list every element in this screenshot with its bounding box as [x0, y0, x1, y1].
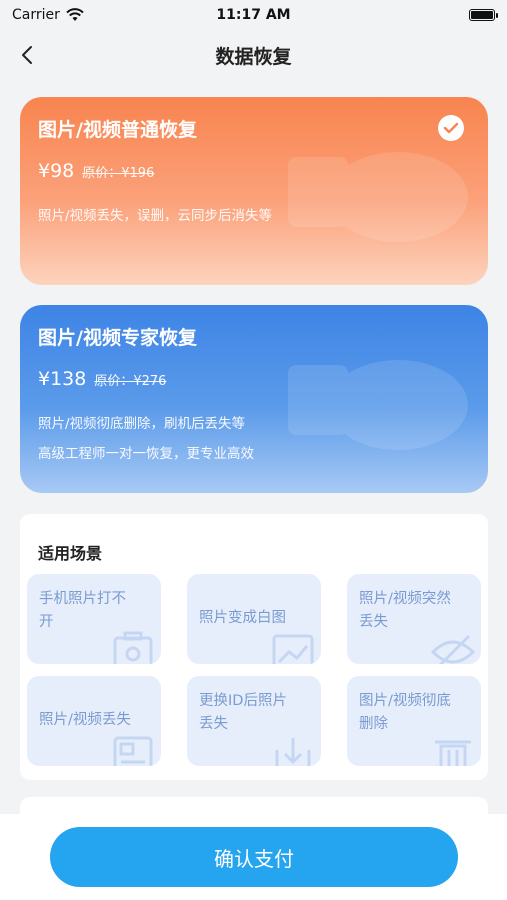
price-row: ¥138 原价：¥276 — [38, 368, 470, 390]
scenario-label: 更换ID后照片丢失 — [199, 693, 287, 733]
status-bar: Carrier 11:17 AM — [0, 0, 507, 30]
chevron-left-icon — [22, 46, 32, 64]
scenario-grid: 手机照片打不开 照片变成白图 照片/视频突然丢失 照片/视频丢失 更换ID后照片… — [27, 574, 481, 766]
plan-price: ¥138 — [38, 368, 87, 390]
battery-icon — [469, 9, 498, 21]
selected-check-icon — [438, 115, 464, 141]
bottom-bar: 确认支付 — [0, 814, 507, 900]
scenario-tile: 照片变成白图 — [187, 574, 321, 664]
plan-original-price: 原价：¥276 — [94, 374, 167, 389]
eye-off-icon — [431, 634, 475, 664]
download-icon — [275, 738, 311, 766]
plan-card-expert[interactable]: 图片/视频专家恢复 ¥138 原价：¥276 照片/视频彻底删除，刷机后丢失等 … — [20, 305, 488, 493]
plan-card-standard[interactable]: 图片/视频普通恢复 ¥98 原价：¥196 照片/视频丢失，误删，云同步后消失等 — [20, 97, 488, 285]
scenario-label: 手机照片打不开 — [39, 591, 126, 631]
scenario-tile: 更换ID后照片丢失 — [187, 676, 321, 766]
scenario-label: 照片/视频突然丢失 — [359, 591, 451, 631]
trash-icon — [435, 740, 471, 766]
plan-description: 照片/视频彻底删除，刷机后丢失等 — [38, 416, 246, 432]
carrier-label: Carrier — [12, 7, 60, 23]
decoration-illustration — [288, 152, 468, 242]
back-button[interactable] — [10, 38, 44, 72]
decoration-illustration — [288, 360, 468, 450]
price-row: ¥98 原价：¥196 — [38, 160, 470, 182]
scenario-tile: 照片/视频突然丢失 — [347, 574, 481, 664]
plan-title: 图片/视频专家恢复 — [38, 327, 197, 349]
image-icon — [272, 634, 314, 664]
scenario-panel: 适用场景 手机照片打不开 照片变成白图 照片/视频突然丢失 照片/视频丢失 更换… — [20, 514, 488, 780]
scenario-heading: 适用场景 — [38, 544, 103, 563]
wifi-icon — [66, 8, 84, 21]
plan-description: 照片/视频丢失，误删，云同步后消失等 — [38, 208, 273, 224]
plan-description: 高级工程师一对一恢复，更专业高效 — [38, 446, 254, 462]
status-left: Carrier — [12, 7, 84, 23]
plan-title: 图片/视频普通恢复 — [38, 119, 197, 141]
confirm-pay-button[interactable]: 确认支付 — [50, 827, 458, 887]
plan-original-price: 原价：¥196 — [82, 166, 155, 181]
scenario-tile: 照片/视频丢失 — [27, 676, 161, 766]
gallery-icon — [113, 736, 153, 766]
page-title: 数据恢复 — [215, 45, 292, 68]
nav-bar: 数据恢复 — [0, 30, 507, 80]
scenario-tile: 图片/视频彻底删除 — [347, 676, 481, 766]
plan-price: ¥98 — [38, 160, 75, 182]
scenario-tile: 手机照片打不开 — [27, 574, 161, 664]
camera-icon — [113, 631, 153, 664]
scenario-label: 图片/视频彻底删除 — [359, 693, 451, 733]
